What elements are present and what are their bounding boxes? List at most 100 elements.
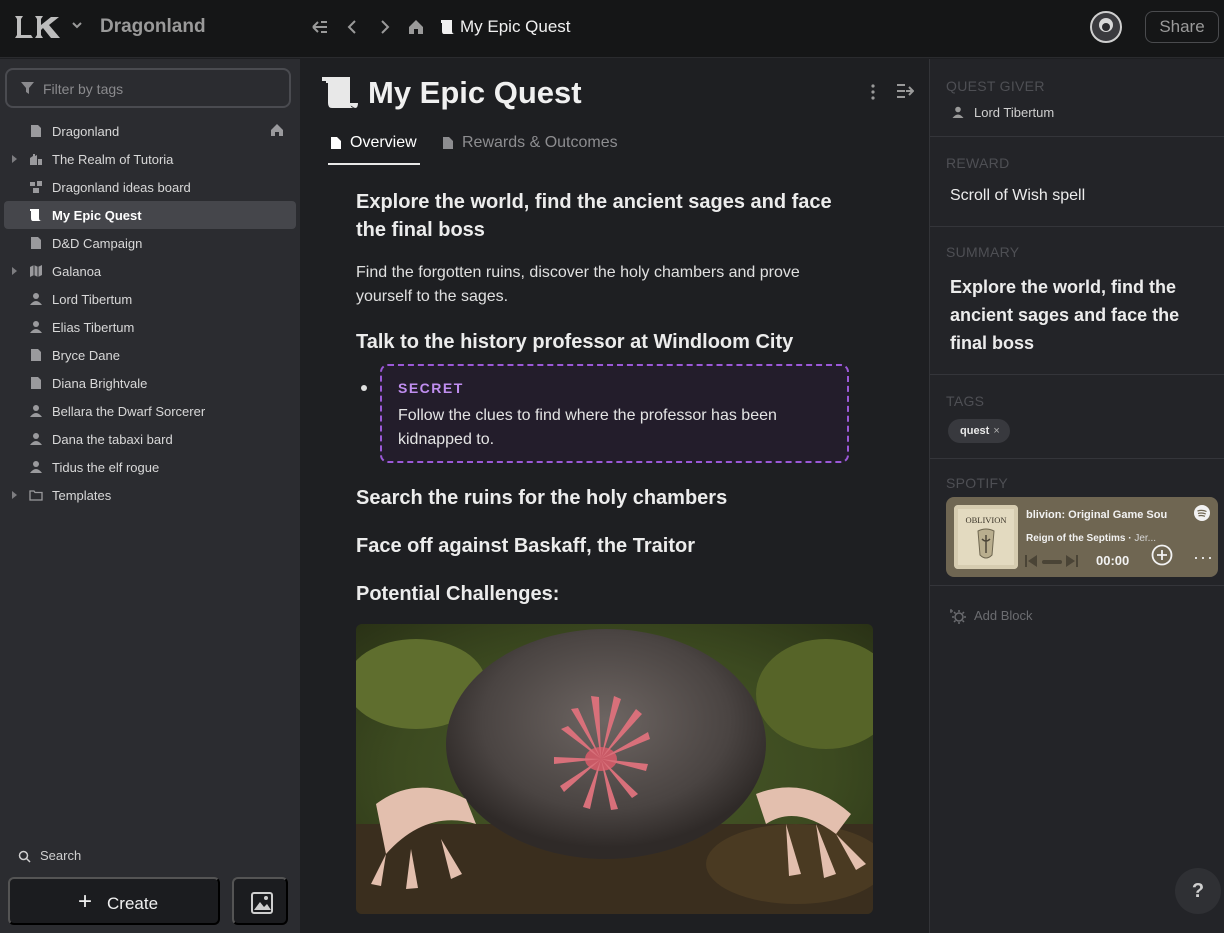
avatar-image-icon — [1092, 13, 1120, 41]
active-tab-indicator — [328, 163, 420, 165]
tags-label: TAGS — [946, 393, 985, 409]
person-icon — [952, 106, 964, 118]
properties-panel: QUEST GIVER Lord Tibertum REWARD Scroll … — [929, 59, 1224, 933]
sidebar-item[interactable]: The Realm of Tutoria — [4, 145, 296, 173]
page-icon — [31, 349, 41, 361]
expand-caret-icon[interactable] — [12, 155, 17, 163]
more-options-icon[interactable]: ··· — [1193, 547, 1214, 568]
expand-caret-icon[interactable] — [12, 491, 17, 499]
summary-value[interactable]: Explore the world, find the ancient sage… — [950, 273, 1210, 357]
track-info[interactable]: Reign of the Septims · Jer... — [1026, 533, 1156, 544]
sidebar-item-label: Diana Brightvale — [52, 376, 148, 391]
sidebar-item-label: Lord Tibertum — [52, 292, 133, 307]
workspace-name[interactable]: Dragonland — [100, 16, 206, 38]
app-logo-icon[interactable] — [13, 13, 63, 41]
help-button[interactable]: ? — [1175, 868, 1221, 914]
remove-tag-icon[interactable]: × — [993, 425, 999, 437]
plus-icon: + — [78, 888, 93, 915]
sidebar-item[interactable]: Bryce Dane — [4, 341, 296, 369]
sidebar-item[interactable]: Galanoa — [4, 257, 296, 285]
content-heading: Search the ruins for the holy chambers — [356, 487, 728, 509]
tag-chip[interactable]: quest × — [948, 419, 1010, 443]
image-icon — [251, 892, 273, 914]
person-icon — [30, 461, 42, 473]
user-avatar[interactable] — [1090, 11, 1122, 43]
next-track-icon[interactable] — [1065, 554, 1079, 568]
quest-giver-label: QUEST GIVER — [946, 78, 1045, 94]
search-icon — [18, 850, 31, 863]
sidebar-item-label: Elias Tibertum — [52, 320, 135, 335]
tab-label: Rewards & Outcomes — [462, 134, 618, 151]
create-button[interactable]: + Create — [8, 877, 220, 925]
tab-label: Overview — [350, 134, 417, 151]
sidebar-item-label: D&D Campaign — [52, 236, 143, 251]
more-options-icon[interactable] — [865, 81, 881, 103]
workspace-chevron-down-icon[interactable] — [70, 18, 84, 32]
spotify-logo-icon[interactable] — [1194, 505, 1210, 521]
divider — [930, 136, 1224, 137]
add-block-gear-icon — [950, 609, 966, 624]
sidebar-item[interactable]: Dragonland — [4, 117, 296, 145]
back-arrow-icon[interactable] — [343, 17, 363, 37]
map-icon — [30, 265, 42, 277]
forward-arrow-icon[interactable] — [374, 17, 394, 37]
sidebar-item[interactable]: Bellara the Dwarf Sorcerer — [4, 397, 296, 425]
page-icon — [331, 137, 341, 149]
sidebar-item-label: The Realm of Tutoria — [52, 152, 174, 167]
page-title[interactable]: My Epic Quest — [368, 75, 582, 111]
album-title[interactable]: blivion: Original Game Sou — [1026, 509, 1188, 521]
content-heading: Explore the world, find the ancient sage… — [356, 191, 832, 241]
sidebar-item[interactable]: Tidus the elf rogue — [4, 453, 296, 481]
previous-track-icon[interactable] — [1024, 554, 1038, 568]
playback-progress-bar[interactable] — [1042, 560, 1062, 564]
divider — [930, 226, 1224, 227]
album-cover: OBLIVION — [954, 505, 1018, 569]
secret-block[interactable]: SECRET Follow the clues to find where th… — [380, 364, 849, 463]
sidebar-item-label: My Epic Quest — [52, 208, 142, 223]
sidebar-item[interactable]: Diana Brightvale — [4, 369, 296, 397]
board-icon — [30, 181, 42, 193]
quest-giver-name: Lord Tibertum — [974, 105, 1055, 120]
reward-value[interactable]: Scroll of Wish spell — [950, 187, 1085, 205]
page-icon — [31, 377, 41, 389]
spotify-embed[interactable]: OBLIVION blivion: Original Game Sou Reig… — [946, 497, 1218, 577]
person-icon — [30, 405, 42, 417]
sidebar-item[interactable]: Templates — [4, 481, 296, 509]
image-upload-button[interactable] — [232, 877, 288, 925]
sidebar: Filter by tags Dragonland The Realm of Tu… — [0, 59, 300, 933]
sidebar-item[interactable]: Elias Tibertum — [4, 313, 296, 341]
toggle-right-panel-icon[interactable] — [896, 82, 914, 100]
add-to-library-icon[interactable] — [1151, 544, 1173, 566]
content-heading: Face off against Baskaff, the Traitor — [356, 535, 695, 557]
sidebar-item-label: Galanoa — [52, 264, 102, 279]
sidebar-item[interactable]: My Epic Quest — [4, 201, 296, 229]
home-icon[interactable] — [406, 17, 426, 37]
sidebar-item-label: Dana the tabaxi bard — [52, 432, 173, 447]
collapse-sidebar-icon[interactable] — [310, 17, 330, 37]
sidebar-item-label: Tidus the elf rogue — [52, 460, 160, 475]
expand-caret-icon[interactable] — [12, 267, 17, 275]
buildings-icon — [30, 154, 42, 165]
sidebar-item[interactable]: Lord Tibertum — [4, 285, 296, 313]
create-label: Create — [107, 894, 159, 913]
page-icon — [31, 237, 41, 249]
filter-icon — [21, 82, 34, 94]
content-heading: Potential Challenges: — [356, 583, 560, 605]
share-button[interactable]: Share — [1145, 11, 1219, 43]
star-nosed-mole-photo — [356, 624, 873, 914]
tag-label: quest — [960, 425, 990, 437]
sidebar-item[interactable]: Dragonland ideas board — [4, 173, 296, 201]
sidebar-item-label: Dragonland ideas board — [52, 180, 191, 195]
breadcrumb-current-page[interactable]: My Epic Quest — [460, 17, 571, 37]
sidebar-item[interactable]: Dana the tabaxi bard — [4, 425, 296, 453]
secret-body: Follow the clues to find where the profe… — [398, 407, 777, 448]
content-paragraph: Find the forgotten ruins, discover the h… — [356, 264, 800, 305]
sidebar-item[interactable]: D&D Campaign — [4, 229, 296, 257]
sidebar-item-label: Dragonland — [52, 124, 120, 139]
person-icon — [30, 433, 42, 445]
cover-text: OBLIVION — [965, 515, 1006, 525]
add-block-label: Add Block — [974, 608, 1033, 623]
filter-by-tags-input[interactable]: Filter by tags — [5, 68, 291, 108]
sidebar-item-label: Bryce Dane — [52, 348, 120, 363]
sidebar-item-label: Bellara the Dwarf Sorcerer — [52, 404, 206, 419]
